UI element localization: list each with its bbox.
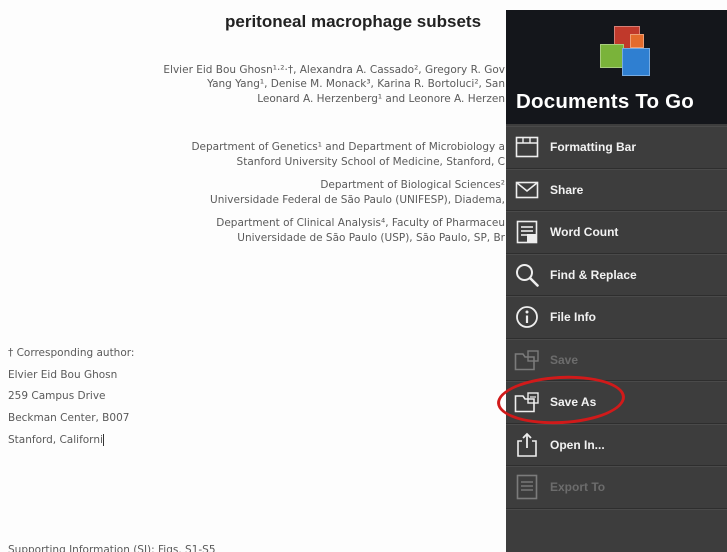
menu-item-label: Export To: [550, 480, 606, 495]
affiliation-line: Department of Clinical Analysis⁴, Facult…: [216, 217, 505, 229]
magnifier-icon: [514, 262, 540, 288]
correspondence-text: Stanford, Californi: [8, 434, 103, 446]
author-line: Yang Yang¹, Denise M. Monack³, Karina R.…: [207, 78, 505, 90]
affiliation-line: Department of Genetics¹ and Department o…: [191, 141, 505, 153]
menu-item-label: Open In...: [550, 437, 605, 452]
menu-item-word-count[interactable]: Word Count: [506, 211, 727, 254]
correspondence-line: Beckman Center, B007: [8, 412, 130, 424]
menu-item-label: File Info: [550, 310, 596, 325]
menu-item-label: Word Count: [550, 225, 619, 240]
menu-item-save-as[interactable]: Save As: [506, 381, 727, 424]
envelope-icon: [514, 177, 540, 203]
affiliation-line: Universidade de São Paulo (USP), São Pau…: [237, 232, 505, 244]
share-out-icon: [514, 432, 540, 458]
menu-item-label: Find & Replace: [550, 267, 637, 282]
menu-item-label: Save As: [550, 395, 597, 410]
correspondence-line: Elvier Eid Bou Ghosn: [8, 369, 118, 381]
affiliation-line: Department of Biological Sciences²: [320, 179, 505, 191]
correspondence-line: † Corresponding author:: [8, 347, 135, 359]
formatting-bar-icon: [514, 134, 540, 160]
menu-item-save[interactable]: Save: [506, 338, 727, 381]
word-count-icon: [514, 219, 540, 245]
app-brand-title: Documents To Go: [516, 90, 695, 113]
menu-panel: Documents To Go Formatting Bar Share Wor…: [506, 10, 727, 552]
author-line: Leonard A. Herzenberg¹ and Leonore A. He…: [257, 93, 505, 105]
menu-item-file-info[interactable]: File Info: [506, 296, 727, 339]
panel-header: Documents To Go: [506, 10, 727, 124]
menu-item-label: Formatting Bar: [550, 140, 637, 155]
menu-item-formatting-bar[interactable]: Formatting Bar: [506, 126, 727, 169]
menu-item-label: Save: [550, 352, 579, 367]
author-line: Elvier Eid Bou Ghosn¹·²·†, Alexandra A. …: [163, 64, 505, 76]
menu-item-export-to[interactable]: Export To: [506, 466, 727, 509]
menu-item-share[interactable]: Share: [506, 168, 727, 211]
folder-save-as-icon: [514, 389, 540, 415]
affiliation-line: Universidade Federal de São Paulo (UNIFE…: [210, 194, 505, 206]
folder-save-icon: [514, 347, 540, 373]
menu-item-label: Share: [550, 182, 584, 197]
correspondence-last-line: Stanford, Californi: [8, 434, 104, 446]
documents-to-go-logo-icon: [600, 26, 658, 86]
menu-item-open-in[interactable]: Open In...: [506, 423, 727, 466]
text-cursor: [102, 434, 104, 446]
menu-list: Formatting Bar Share Word Count Find & R…: [506, 126, 727, 551]
menu-item-find-replace[interactable]: Find & Replace: [506, 253, 727, 296]
affiliation-line: Stanford University School of Medicine, …: [236, 156, 505, 168]
info-icon: [514, 304, 540, 330]
menu-item-empty: [506, 508, 727, 552]
document-title: peritoneal macrophage subsets: [225, 12, 482, 31]
export-icon: [514, 474, 540, 500]
footer-line: Supporting Information (SI): Figs. S1-S5: [8, 544, 216, 552]
correspondence-line: 259 Campus Drive: [8, 390, 106, 402]
